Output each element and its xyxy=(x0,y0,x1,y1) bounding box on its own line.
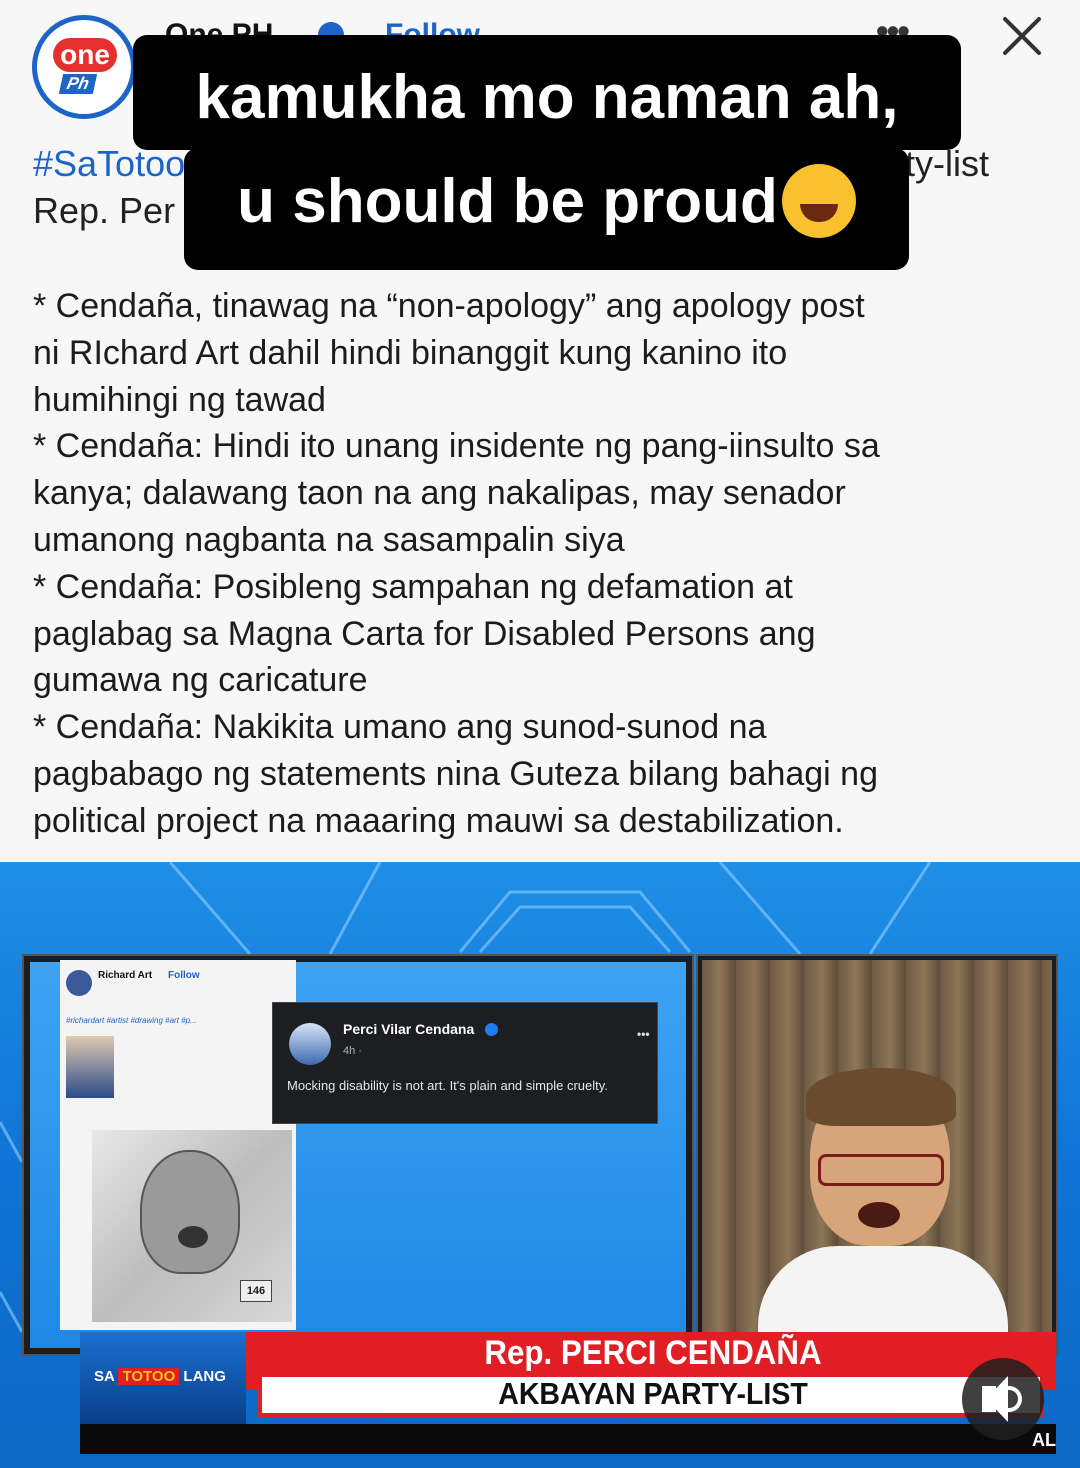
sound-icon[interactable] xyxy=(962,1358,1044,1440)
laughing-emoji-icon xyxy=(781,163,856,238)
lower-third-subtitle: AKBAYAN PARTY-LIST xyxy=(498,1376,808,1411)
video-frame[interactable]: Richard Art Follow #richardart #artist #… xyxy=(0,862,1080,1468)
embedded-post: Richard Art Follow #richardart #artist #… xyxy=(60,960,296,1330)
embedded-avatar xyxy=(66,970,92,996)
page-avatar[interactable]: one Ph xyxy=(32,15,136,119)
speaker-mouth xyxy=(858,1202,900,1228)
logo-one-text: one xyxy=(53,38,117,72)
caption-line-1: kamukha mo naman ah, xyxy=(195,63,899,132)
show-logo-text: SA TOTOO LANG xyxy=(94,1368,226,1385)
verified-icon xyxy=(485,1023,498,1036)
post-line: * Cendaña: Nakikita umano ang sunod-suno… xyxy=(33,708,767,747)
caricature-drawing: 146 xyxy=(92,1130,292,1322)
post-rep-partial: Rep. Per xyxy=(33,190,176,231)
shared-screen: Richard Art Follow #richardart #artist #… xyxy=(22,954,694,1356)
post-body: * Cendaña, tinawag na “non-apology” ang … xyxy=(33,283,1053,845)
embedded-author: Richard Art xyxy=(98,970,153,981)
speaker-glasses xyxy=(818,1154,944,1186)
post-line: gumawa ng caricature xyxy=(33,661,368,700)
caricature-face xyxy=(140,1150,240,1274)
caption-line-2-text: u should be proud xyxy=(237,167,778,236)
post-line: * Cendaña: Hindi ito unang insidente ng … xyxy=(33,427,880,466)
caricature-mouth xyxy=(178,1226,208,1248)
speaker-cone xyxy=(986,1376,1008,1422)
post-line: * Cendaña: Posibleng sampahan ng defamat… xyxy=(33,567,793,606)
logo-ph-text: Ph xyxy=(58,74,98,94)
post-line: pagbabago ng statements nina Guteza bila… xyxy=(33,754,878,793)
quote-card: Perci Vilar Cendana 4h · ••• Mocking dis… xyxy=(272,1002,658,1124)
speaker-figure xyxy=(758,1068,1008,1354)
ticker-bar xyxy=(80,1424,1056,1454)
embedded-tags: #richardart #artist #drawing #art #p... xyxy=(66,1016,197,1025)
more-icon: ••• xyxy=(637,1027,650,1041)
post-line: umanong nagbanta na sasampalin siya xyxy=(33,520,625,559)
close-icon[interactable] xyxy=(996,10,1048,62)
caption-line-2: u should be proud xyxy=(184,163,909,238)
post-panel: one Ph One PH Follow ••• #SaTotoo ty-lis… xyxy=(0,0,1080,862)
post-line: ni RIchard Art dahil hindi binanggit kun… xyxy=(33,333,788,372)
lower-third-title: Rep. PERCI CENDAÑA xyxy=(484,1334,822,1372)
caricature-badge: 146 xyxy=(240,1280,272,1302)
quote-text: Mocking disability is not art. It's plai… xyxy=(287,1078,608,1093)
sound-wave xyxy=(1008,1386,1022,1412)
post-line: kanya; dalawang taon na ang nakalipas, m… xyxy=(33,474,846,513)
show-prefix: SA xyxy=(94,1368,115,1385)
ticker-text: AL xyxy=(1032,1430,1056,1450)
post-line: humihingi ng tawad xyxy=(33,380,326,419)
show-logo: SA TOTOO LANG xyxy=(80,1332,246,1424)
quote-author: Perci Vilar Cendana xyxy=(343,1021,475,1037)
quote-time: 4h · xyxy=(343,1045,362,1057)
post-line: paglabag sa Magna Carta for Disabled Per… xyxy=(33,614,816,653)
speaker-feed xyxy=(696,954,1058,1356)
show-mid: TOTOO xyxy=(118,1368,180,1385)
embedded-photo xyxy=(66,1036,114,1098)
embedded-follow: Follow xyxy=(168,970,200,981)
speaker-hair xyxy=(806,1068,956,1126)
quote-avatar xyxy=(289,1023,331,1065)
show-suffix: LANG xyxy=(183,1368,226,1385)
post-line: political project na maaaring mauwi sa d… xyxy=(33,801,844,840)
post-line: * Cendaña, tinawag na “non-apology” ang … xyxy=(33,287,865,325)
